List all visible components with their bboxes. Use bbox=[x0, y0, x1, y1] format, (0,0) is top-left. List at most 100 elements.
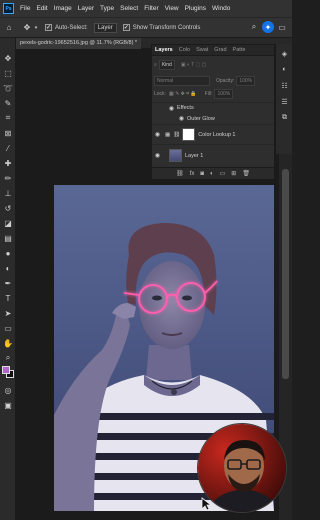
outer-glow-row[interactable]: ◉ Outer Glow bbox=[152, 113, 274, 124]
opacity-label: Opacity: bbox=[216, 78, 235, 84]
frame-icon[interactable]: ⊠ bbox=[2, 127, 14, 139]
layers-panel: Layers Colo Swat Grad Patte ⌕ Kind ▣ ◐ T… bbox=[151, 44, 275, 180]
menu-window[interactable]: Windo bbox=[209, 5, 233, 12]
crop-icon[interactable]: ⌗ bbox=[2, 112, 14, 124]
adjustment-icon: ▦ bbox=[165, 131, 171, 138]
eye-icon[interactable]: ◉ bbox=[166, 105, 177, 112]
new-layer-icon[interactable]: ⊞ bbox=[231, 170, 236, 177]
options-bar: ⌂ ✥ ▾ ✓ Auto-Select: Layer ✓ Show Transf… bbox=[0, 18, 292, 38]
show-transform-option[interactable]: ✓ Show Transform Controls bbox=[122, 24, 201, 31]
menu-edit[interactable]: Edit bbox=[33, 5, 50, 12]
filter-row: ⌕ Kind ▣ ◐ T ⬚ ▢ bbox=[154, 60, 272, 70]
search-icon[interactable]: ⌕ bbox=[248, 21, 260, 33]
move-tool-icon[interactable]: ✥ bbox=[21, 22, 33, 34]
collapsed-panels: ◈ ◐ ☷ ☰ ⧉ bbox=[275, 44, 292, 154]
delete-icon[interactable]: 🗑 bbox=[242, 170, 250, 177]
group-icon[interactable]: ▭ bbox=[220, 170, 226, 177]
target-dropdown[interactable]: Layer bbox=[93, 22, 117, 33]
workspace-icon[interactable]: ▭ bbox=[276, 21, 288, 33]
type-icon[interactable]: T bbox=[2, 292, 14, 304]
pen-icon[interactable]: ✒ bbox=[2, 277, 14, 289]
eyedropper-icon[interactable]: ⁄ bbox=[2, 142, 14, 154]
chain-icon: ⛓ bbox=[173, 131, 181, 138]
menu-layer[interactable]: Layer bbox=[75, 5, 97, 12]
fx-icon[interactable]: fx bbox=[190, 171, 195, 177]
screen-mode-icon[interactable]: ▣ bbox=[2, 399, 14, 411]
color-lookup-layer-row[interactable]: ◉ ▦ ⛓ Color Lookup 1 bbox=[152, 124, 274, 144]
document-tab[interactable]: pexels-godric-19652516.jpg @ 11.7% (RGB/… bbox=[16, 37, 142, 49]
tab-swatches[interactable]: Swat bbox=[193, 47, 211, 53]
eraser-icon[interactable]: ◪ bbox=[2, 217, 14, 229]
eye-icon[interactable]: ◉ bbox=[176, 115, 187, 122]
mouse-cursor-icon bbox=[201, 497, 213, 511]
filter-kind-select[interactable]: Kind bbox=[158, 60, 175, 70]
foreground-color-swatch[interactable] bbox=[2, 366, 10, 374]
history-brush-icon[interactable]: ↺ bbox=[2, 202, 14, 214]
opacity-field[interactable]: 100% bbox=[236, 76, 256, 86]
blend-mode-select[interactable]: Normal bbox=[154, 76, 210, 86]
menu-select[interactable]: Select bbox=[117, 5, 141, 12]
marquee-icon[interactable]: ⬚ bbox=[2, 67, 14, 79]
tab-gradients[interactable]: Grad bbox=[211, 47, 229, 53]
rectangle-icon[interactable]: ▭ bbox=[2, 322, 14, 334]
auto-select-checkbox[interactable]: ✓ bbox=[45, 24, 52, 31]
lock-icons: ▦ ✎ ✥ ⌗ 🔒 bbox=[168, 91, 197, 97]
bulb-icon[interactable]: ✦ bbox=[262, 21, 274, 33]
menu-type[interactable]: Type bbox=[97, 5, 117, 12]
link-layers-icon[interactable]: ⛓ bbox=[176, 170, 184, 177]
auto-select-label: Auto-Select: bbox=[55, 24, 88, 31]
menu-bar: Ps File Edit Image Layer Type Select Fil… bbox=[0, 0, 292, 18]
move-icon[interactable]: ✥ bbox=[2, 52, 14, 64]
tab-patterns[interactable]: Patte bbox=[230, 47, 249, 53]
target-select[interactable]: Layer bbox=[93, 22, 117, 33]
menu-file[interactable]: File bbox=[17, 5, 33, 12]
tab-color[interactable]: Colo bbox=[176, 47, 193, 53]
brush-icon[interactable]: ✏ bbox=[2, 172, 14, 184]
lock-label: Lock: bbox=[154, 91, 166, 97]
eye-icon[interactable]: ◉ bbox=[152, 152, 163, 159]
quick-mask-icon[interactable]: ◎ bbox=[2, 384, 14, 396]
channels-icon[interactable]: ⧉ bbox=[279, 112, 290, 123]
zoom-icon[interactable]: ⌕ bbox=[2, 352, 14, 364]
options-right-icons: ⌕ ✦ ▭ bbox=[248, 21, 288, 33]
home-icon[interactable]: ⌂ bbox=[3, 22, 15, 34]
lock-row: Lock: ▦ ✎ ✥ ⌗ 🔒 Fill: 100% bbox=[154, 89, 272, 99]
history-icon[interactable]: ☰ bbox=[279, 96, 290, 107]
gradient-icon[interactable]: ▤ bbox=[2, 232, 14, 244]
layers-panel-footer: ⛓ fx ◙ ◐ ▭ ⊞ 🗑 bbox=[152, 167, 274, 179]
layer-mask-thumbnail bbox=[182, 128, 196, 141]
auto-select-option[interactable]: ✓ Auto-Select: bbox=[45, 24, 88, 31]
layer-name: Outer Glow bbox=[187, 115, 215, 122]
menu-plugins[interactable]: Plugins bbox=[182, 5, 209, 12]
tools-panel: ✥ ⬚ ➰ ✎ ⌗ ⊠ ⁄ ✚ ✏ ⊥ ↺ ◪ ▤ ● ◐ ✒ T ➤ ▭ ✋ … bbox=[0, 38, 16, 520]
eye-icon[interactable]: ◉ bbox=[152, 131, 163, 138]
tab-layers[interactable]: Layers bbox=[152, 47, 176, 53]
layers-icon[interactable]: ◈ bbox=[279, 48, 290, 59]
lasso-icon[interactable]: ➰ bbox=[2, 82, 14, 94]
panel-tabs: Layers Colo Swat Grad Patte bbox=[152, 45, 274, 56]
properties-icon[interactable]: ☷ bbox=[279, 80, 290, 91]
dodge-icon[interactable]: ◐ bbox=[2, 262, 14, 274]
healing-brush-icon[interactable]: ✚ bbox=[2, 157, 14, 169]
quick-select-icon[interactable]: ✎ bbox=[2, 97, 14, 109]
fill-field[interactable]: 100% bbox=[214, 89, 234, 99]
add-mask-icon[interactable]: ◙ bbox=[200, 171, 204, 177]
scrollbar-thumb[interactable] bbox=[282, 169, 289, 379]
blend-row: Normal Opacity: 100% bbox=[154, 76, 272, 86]
show-transform-checkbox[interactable]: ✓ bbox=[122, 24, 130, 31]
chevron-down-icon[interactable]: ▾ bbox=[33, 22, 39, 34]
effects-row[interactable]: ◉ Effects bbox=[152, 102, 274, 113]
menu-image[interactable]: Image bbox=[51, 5, 75, 12]
layer-1-row[interactable]: ◉ Layer 1 bbox=[152, 144, 274, 166]
blur-icon[interactable]: ● bbox=[2, 247, 14, 259]
adjustment-layer-icon[interactable]: ◐ bbox=[210, 171, 214, 177]
hand-icon[interactable]: ✋ bbox=[2, 337, 14, 349]
menu-filter[interactable]: Filter bbox=[141, 5, 161, 12]
path-select-icon[interactable]: ➤ bbox=[2, 307, 14, 319]
clone-stamp-icon[interactable]: ⊥ bbox=[2, 187, 14, 199]
menu-view[interactable]: View bbox=[162, 5, 182, 12]
fill-label: Fill: bbox=[204, 91, 213, 97]
adjustments-icon[interactable]: ◐ bbox=[279, 64, 290, 75]
layer-name: Layer 1 bbox=[185, 152, 204, 159]
show-transform-label: Show Transform Controls bbox=[132, 24, 201, 31]
